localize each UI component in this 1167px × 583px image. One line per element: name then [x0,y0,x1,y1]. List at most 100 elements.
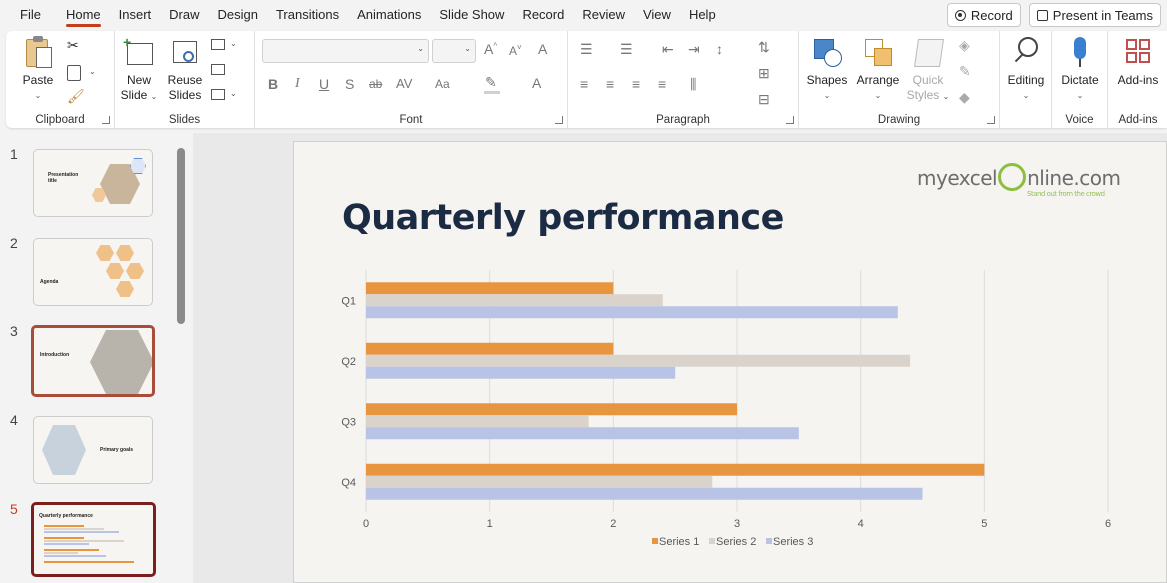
smartart-icon[interactable]: ⊟ [758,91,770,108]
menu-file[interactable]: File [0,0,57,30]
record-icon [954,9,966,21]
editing-group: Editing ⌄ [1000,31,1052,128]
thumbnail-slide-1[interactable]: Presentation title [33,149,153,217]
quick-styles-button[interactable]: Quick Styles ⌄ [905,35,951,104]
highlight-icon[interactable]: ✎ [485,74,497,91]
paragraph-launcher-icon[interactable] [786,116,794,124]
line-spacing-icon[interactable]: ↕ [716,41,723,57]
justify-icon[interactable]: ≡ [658,76,666,92]
shape-fill-icon[interactable]: ◈ [959,37,970,54]
record-button[interactable]: Record [946,3,1021,27]
thumbnail-slide-2[interactable]: Agenda [33,238,153,306]
shadow-icon[interactable]: S [345,76,354,92]
shapes-button[interactable]: Shapes ⌄ [805,35,849,103]
underline-icon[interactable]: U [319,76,329,92]
copy-icon[interactable] [67,65,81,81]
menu-draw[interactable]: Draw [160,0,208,30]
decrease-font-icon[interactable]: A˅ [509,43,522,58]
font-name-dropdown[interactable]: ⌄ [262,39,429,63]
layout-icon[interactable] [211,39,225,50]
menu-insert[interactable]: Insert [110,0,161,30]
arrange-button[interactable]: Arrange ⌄ [853,35,903,103]
reuse-slides-button[interactable]: Reuse Slides [165,35,205,103]
align-text-icon[interactable]: ⊞ [758,65,770,82]
dictate-button[interactable]: Dictate ⌄ [1058,35,1102,103]
thumb-5-bar-2 [44,528,104,530]
reset-icon[interactable] [211,64,225,75]
x-tick-label: 2 [610,518,616,530]
dictate-chevron-icon: ⌄ [1076,91,1084,100]
voice-group: Dictate ⌄ Voice [1052,31,1108,128]
menu-record[interactable]: Record [513,0,573,30]
menu-design[interactable]: Design [209,0,267,30]
font-color-icon[interactable]: A [532,75,541,91]
clear-formatting-icon[interactable]: A [538,41,547,57]
new-slide-icon: + [123,35,155,69]
thumb-number-4: 4 [10,412,18,428]
menu-view[interactable]: View [634,0,680,30]
strikethrough-icon[interactable]: ab [369,77,382,91]
cut-icon[interactable]: ✂ [67,37,79,54]
thumbnail-slide-5[interactable]: Quarterly performance [31,502,156,577]
x-tick-label: 4 [858,518,864,530]
font-launcher-icon[interactable] [555,116,563,124]
thumb-number-5: 5 [10,501,18,517]
editing-button[interactable]: Editing ⌄ [1004,35,1048,103]
thumbnail-slide-3[interactable]: Introduction [31,325,155,397]
addins-button[interactable]: Add-ins [1112,35,1164,88]
columns-icon[interactable]: ⫼ [690,76,696,93]
text-direction-icon[interactable]: ⇅ [758,39,770,56]
align-right-icon[interactable]: ≡ [632,76,640,92]
arrange-chevron-icon: ⌄ [874,91,882,100]
numbering-icon[interactable]: ☰ [620,41,633,58]
paste-button[interactable]: Paste ⌄ [18,35,58,103]
layout-chevron-icon: ⌄ [230,39,237,48]
clipboard-launcher-icon[interactable] [102,116,110,124]
category-label: Q2 [341,356,356,368]
legend-label: Series 1 [659,536,699,548]
bold-icon[interactable]: B [268,76,278,92]
align-center-icon[interactable]: ≡ [606,76,614,92]
thumb-4-title: Primary goals [100,447,134,453]
bullets-icon[interactable]: ☰ [580,41,593,58]
thumbnail-scrollbar[interactable] [177,148,185,324]
bar [366,354,911,367]
font-size-dropdown[interactable]: ⌄ [432,39,476,63]
change-case-icon[interactable]: Aa [435,77,450,91]
menu-transitions[interactable]: Transitions [267,0,348,30]
new-slide-button[interactable]: + New Slide ⌄ [119,35,159,104]
align-left-icon[interactable]: ≡ [580,76,588,92]
thumbnail-slide-4[interactable]: Primary goals [33,416,153,484]
format-painter-icon[interactable]: 🖌 [67,88,85,105]
new-slide-label-2: Slide [120,88,148,102]
thumb-5-bar-3 [44,531,119,533]
slide-thumbnails-panel: 1 Presentation title 2 Agenda 3 Introduc… [0,133,192,583]
legend-label: Series 2 [716,536,756,548]
shape-outline-icon[interactable]: ✎ [959,63,971,80]
increase-indent-icon[interactable]: ⇥ [688,41,700,58]
thumb-1-title: Presentation title [48,172,79,184]
slide-5[interactable]: myexcel nline.com Stand out from the crow… [293,141,1167,583]
x-tick-label: 1 [487,518,493,530]
menu-slide-show[interactable]: Slide Show [430,0,513,30]
menu-review[interactable]: Review [573,0,634,30]
bar-chart[interactable]: 0 1 2 3 4 5 6 Q1 Q2 Q3 Q4 Series 1 Series 2 Series 3 [294,142,1167,583]
x-tick-label: 5 [981,518,987,530]
highlight-color-bar [484,91,500,94]
menu-help[interactable]: Help [680,0,725,30]
character-spacing-icon[interactable]: AV [396,76,412,91]
quick-styles-label-1: Quick [912,73,944,87]
italic-icon[interactable]: I [295,76,300,92]
menu-home[interactable]: Home [57,0,110,30]
increase-font-icon[interactable]: A^ [484,41,497,57]
legend-swatch [766,538,772,544]
thumb-5-bar-9 [44,555,106,557]
present-button-label: Present in Teams [1052,7,1153,23]
shape-effects-icon[interactable]: ◆ [959,89,970,106]
present-in-teams-button[interactable]: Present in Teams [1028,3,1161,27]
section-icon[interactable] [211,89,225,100]
addins-button-label: Add-ins [1117,73,1159,87]
decrease-indent-icon[interactable]: ⇤ [662,41,674,58]
menu-animations[interactable]: Animations [348,0,430,30]
drawing-launcher-icon[interactable] [987,116,995,124]
